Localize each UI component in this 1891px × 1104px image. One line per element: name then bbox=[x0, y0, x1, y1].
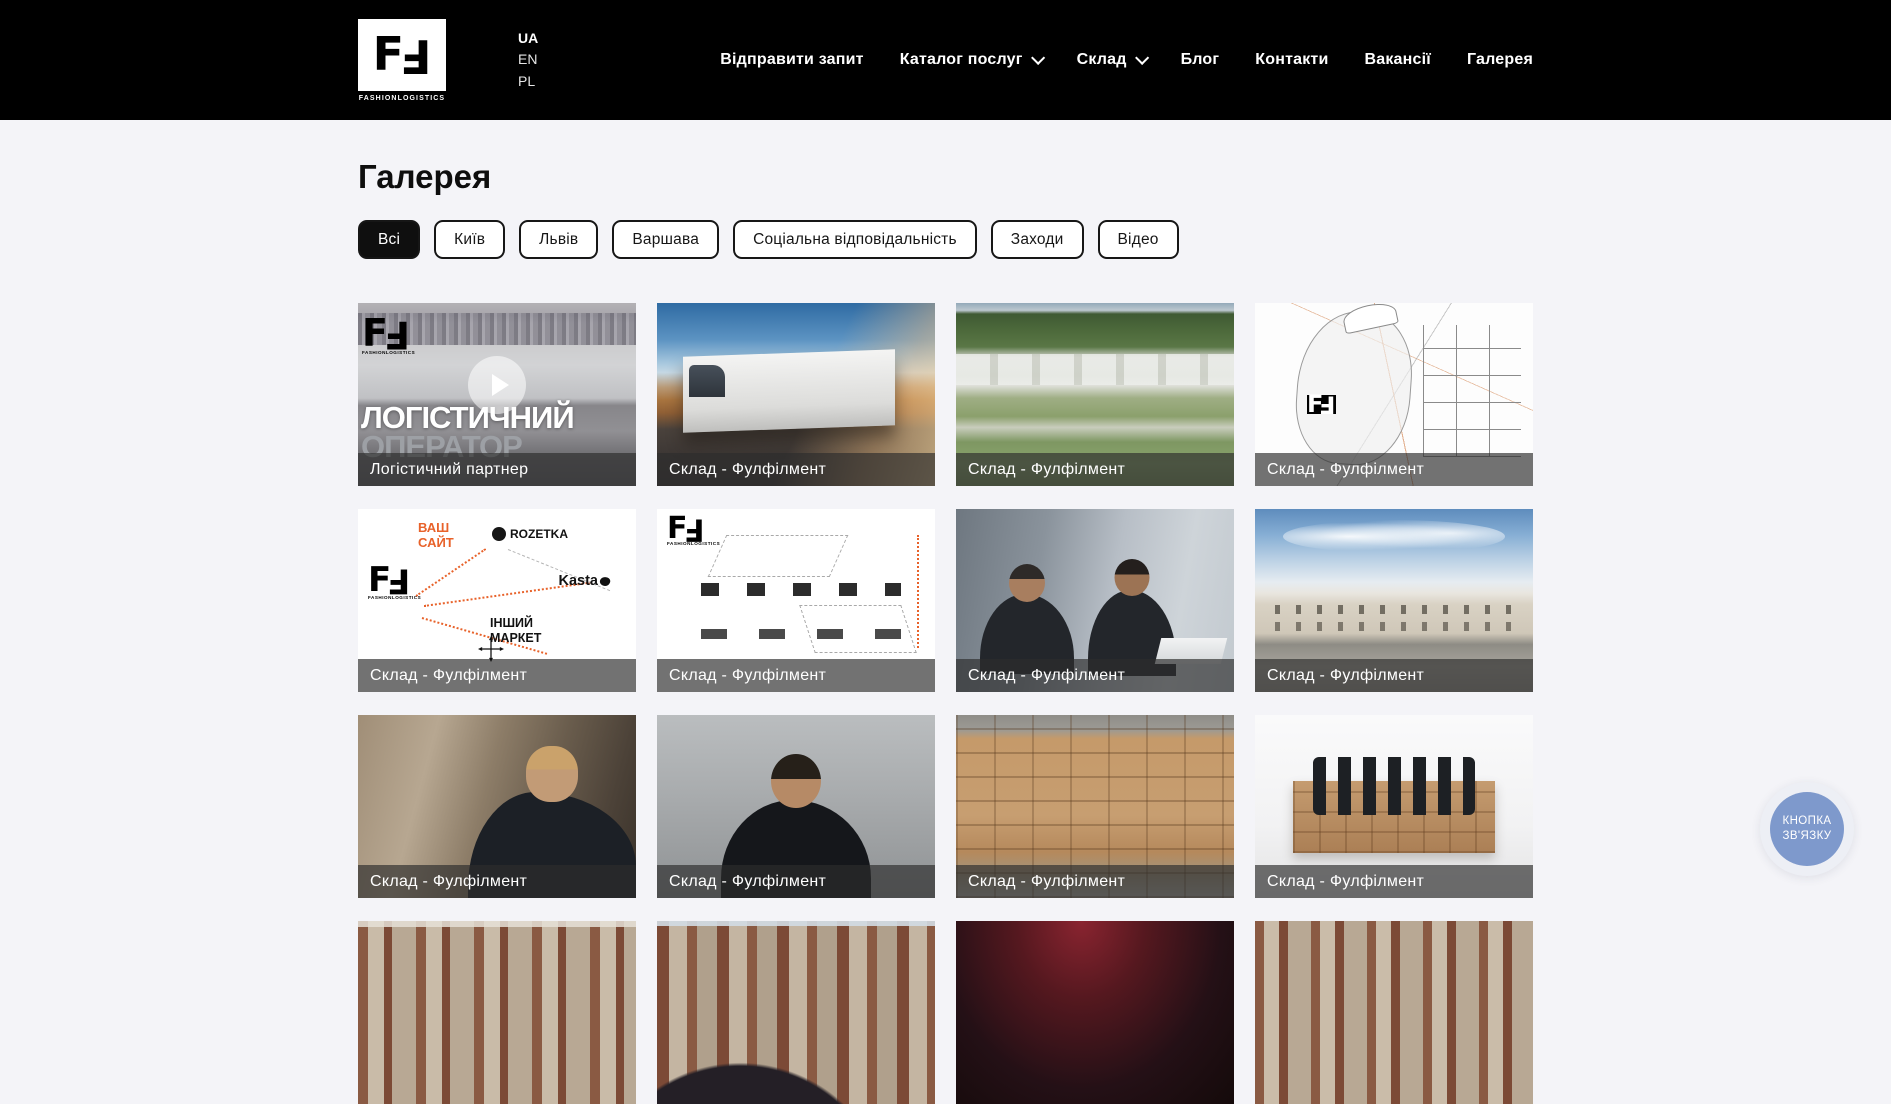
nav-vacancies[interactable]: Вакансії bbox=[1365, 51, 1431, 69]
nav-contacts-label: Контакти bbox=[1255, 51, 1328, 69]
gallery-item-team-photo[interactable]: Склад - Фулфілмент bbox=[1255, 715, 1533, 898]
gallery-item-worker-woman[interactable]: Склад - Фулфілмент bbox=[358, 715, 636, 898]
gallery-item-truck[interactable]: Склад - Фулфілмент bbox=[657, 303, 935, 486]
filter-events[interactable]: Заходи bbox=[991, 220, 1084, 259]
item-caption: Склад - Фулфілмент bbox=[657, 865, 935, 898]
diagram-kasta-label: Kasta bbox=[559, 573, 611, 589]
diagram-your-site-label: ВАШ САЙТ bbox=[418, 521, 462, 551]
nav-services-catalog-label: Каталог послуг bbox=[900, 51, 1023, 69]
lang-ua[interactable]: UA bbox=[518, 31, 538, 46]
kasta-logo-icon bbox=[599, 575, 611, 587]
gallery-item-partial[interactable] bbox=[657, 921, 935, 1104]
page-title: Галерея bbox=[358, 160, 1533, 193]
gallery-item-industrial-park[interactable]: Склад - Фулфілмент bbox=[956, 303, 1234, 486]
item-caption: Склад - Фулфілмент bbox=[1255, 659, 1533, 692]
filter-all[interactable]: Всі bbox=[358, 220, 420, 259]
nav-gallery[interactable]: Галерея bbox=[1467, 51, 1533, 69]
nav-services-catalog[interactable]: Каталог послуг bbox=[900, 51, 1041, 69]
chevron-down-icon bbox=[1031, 51, 1045, 65]
fl-monogram-icon: FF bbox=[373, 37, 432, 73]
nav-send-request[interactable]: Відправити запит bbox=[720, 51, 863, 69]
chevron-down-icon bbox=[1135, 51, 1149, 65]
gallery-item-marketplace-diagram[interactable]: ВАШ САЙТ ROZETKA Kasta ІНШИЙ МАРКЕТ FF F… bbox=[358, 509, 636, 692]
gallery-filters: Всі Київ Львів Варшава Соціальна відпові… bbox=[358, 220, 1533, 259]
filter-video[interactable]: Відео bbox=[1098, 220, 1179, 259]
filter-warsaw[interactable]: Варшава bbox=[612, 220, 719, 259]
contact-fab-line1: КНОПКА bbox=[1783, 814, 1832, 829]
nav-gallery-label: Галерея bbox=[1467, 51, 1533, 69]
item-caption: Склад - Фулфілмент bbox=[358, 659, 636, 692]
lang-en[interactable]: EN bbox=[518, 52, 538, 67]
nav-blog[interactable]: Блог bbox=[1181, 51, 1220, 69]
diagram-connector bbox=[415, 548, 486, 597]
item-caption: Склад - Фулфілмент bbox=[956, 659, 1234, 692]
contact-fab-line2: ЗВ'ЯЗКУ bbox=[1783, 829, 1832, 844]
fl-logo-watermark: FF FASHIONLOGISTICS bbox=[368, 567, 421, 600]
gallery-item-plan-diagram[interactable]: FF FASHIONLOGISTICS Склад - Фулфілмент bbox=[657, 509, 935, 692]
play-triangle bbox=[492, 374, 509, 396]
item-caption: Склад - Фулфілмент bbox=[657, 453, 935, 486]
gallery-item-partial[interactable] bbox=[358, 921, 636, 1104]
page-container: Галерея Всі Київ Львів Варшава Соціальна… bbox=[358, 160, 1533, 1104]
filter-social-responsibility[interactable]: Соціальна відповідальність bbox=[733, 220, 977, 259]
item-caption: Склад - Фулфілмент bbox=[657, 659, 935, 692]
contact-fab-ring[interactable]: КНОПКА ЗВ'ЯЗКУ bbox=[1760, 782, 1854, 876]
gallery-item-worker-sketch[interactable]: FF Склад - Фулфілмент bbox=[1255, 303, 1533, 486]
fl-logo-watermark: FF FASHIONLOGISTICS bbox=[362, 319, 415, 355]
plan-outline bbox=[799, 605, 917, 653]
gallery-item-partial[interactable] bbox=[956, 921, 1234, 1104]
filter-lviv[interactable]: Львів bbox=[519, 220, 598, 259]
logo[interactable]: FF FASHIONLOGISTICS bbox=[358, 19, 446, 102]
gallery-item-worker-woman[interactable]: Склад - Фулфілмент bbox=[657, 715, 935, 898]
play-icon[interactable] bbox=[468, 356, 526, 414]
plan-outline bbox=[708, 535, 849, 577]
item-caption: Склад - Фулфілмент bbox=[1255, 453, 1533, 486]
gallery-item-video[interactable]: FF FASHIONLOGISTICS ЛОГІСТИЧНИЙ ОПЕРАТОР… bbox=[358, 303, 636, 486]
nav-send-request-label: Відправити запит bbox=[720, 51, 863, 69]
logo-brand-text: FASHIONLOGISTICS bbox=[359, 95, 445, 102]
header-inner: FF FASHIONLOGISTICS UA EN PL Відправити … bbox=[358, 19, 1533, 102]
item-caption: Склад - Фулфілмент bbox=[956, 453, 1234, 486]
main-nav: Відправити запит Каталог послуг Склад Бл… bbox=[720, 51, 1533, 69]
fl-logo-watermark: FF bbox=[1307, 395, 1336, 414]
site-header: FF FASHIONLOGISTICS UA EN PL Відправити … bbox=[0, 0, 1891, 120]
item-caption: Склад - Фулфілмент bbox=[1255, 865, 1533, 898]
language-switcher: UA EN PL bbox=[518, 31, 538, 89]
item-caption: Логістичний партнер bbox=[358, 453, 636, 486]
diagram-rozetka-label: ROZETKA bbox=[492, 527, 568, 541]
rozetka-text: ROZETKA bbox=[510, 527, 568, 541]
gallery-grid: FF FASHIONLOGISTICS ЛОГІСТИЧНИЙ ОПЕРАТОР… bbox=[358, 303, 1533, 1104]
nav-warehouse[interactable]: Склад bbox=[1077, 51, 1145, 69]
gallery-item-warehouse-building[interactable]: Склад - Фулфілмент bbox=[1255, 509, 1533, 692]
gallery-item-packed-boxes[interactable]: Склад - Фулфілмент bbox=[956, 715, 1234, 898]
filter-kyiv[interactable]: Київ bbox=[434, 220, 505, 259]
move-cursor-icon bbox=[478, 636, 504, 662]
contact-fab-button[interactable]: КНОПКА ЗВ'ЯЗКУ bbox=[1770, 792, 1844, 866]
nav-contacts[interactable]: Контакти bbox=[1255, 51, 1328, 69]
kasta-text: Kasta bbox=[559, 573, 599, 589]
gallery-item-office-meeting[interactable]: Склад - Фулфілмент bbox=[956, 509, 1234, 692]
nav-blog-label: Блог bbox=[1181, 51, 1220, 69]
rozetka-logo-icon bbox=[492, 527, 506, 541]
nav-vacancies-label: Вакансії bbox=[1365, 51, 1431, 69]
lang-pl[interactable]: PL bbox=[518, 74, 538, 89]
item-caption: Склад - Фулфілмент bbox=[956, 865, 1234, 898]
gallery-item-partial[interactable] bbox=[1255, 921, 1533, 1104]
item-caption: Склад - Фулфілмент bbox=[358, 865, 636, 898]
video-overlay-line1: ЛОГІСТИЧНИЙ bbox=[361, 403, 574, 432]
fl-logo-watermark: FF FASHIONLOGISTICS bbox=[667, 517, 720, 546]
nav-warehouse-label: Склад bbox=[1077, 51, 1127, 69]
sketch-box-grid bbox=[1423, 325, 1521, 457]
logo-icon: FF bbox=[358, 19, 446, 91]
